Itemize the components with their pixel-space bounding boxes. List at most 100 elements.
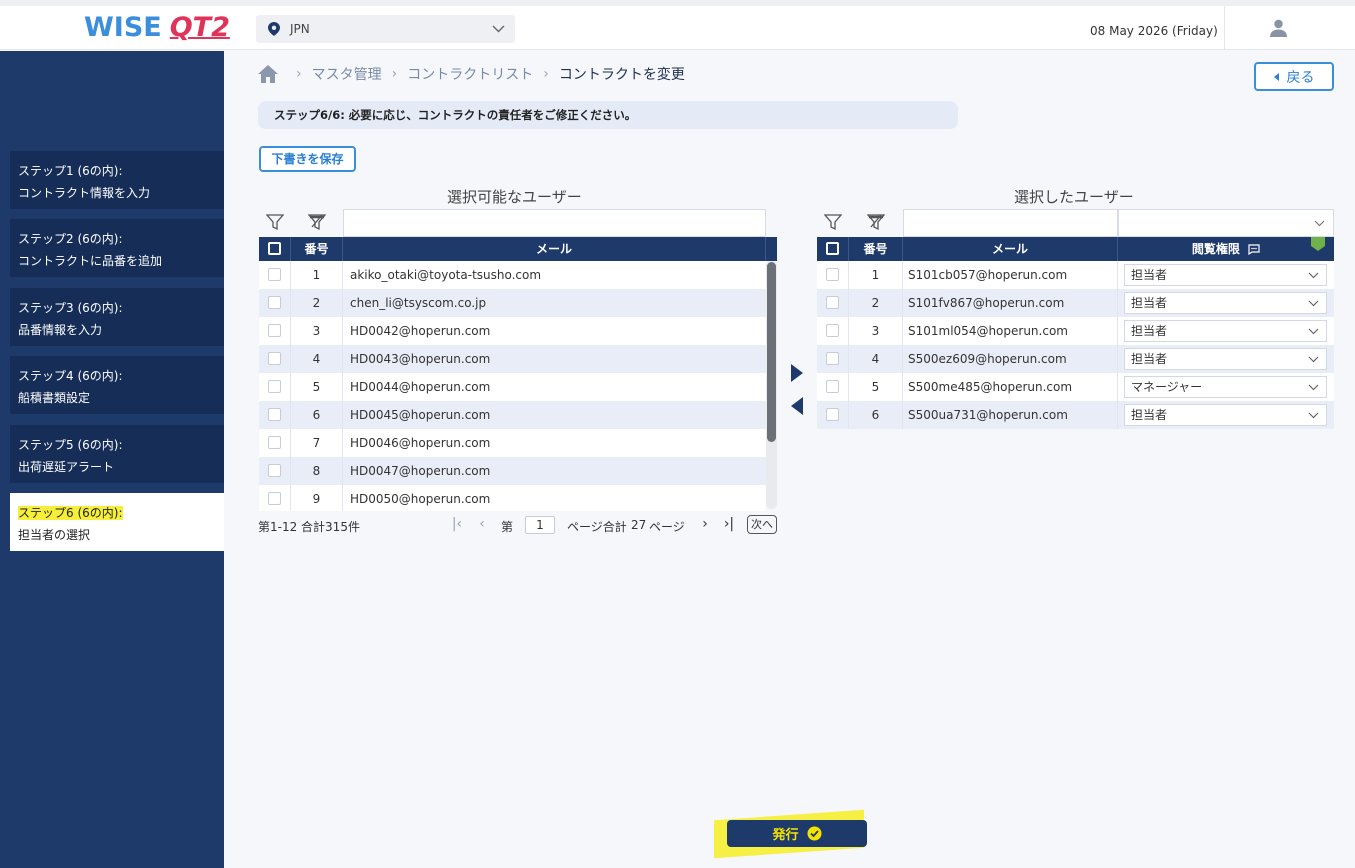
row-checkbox[interactable] (268, 464, 281, 477)
permission-select[interactable]: 担当者 (1124, 320, 1327, 342)
row-mail: S101cb057@hoperun.com (903, 261, 1118, 289)
sidebar-step-3[interactable]: ステップ3 (6の内): 品番情報を入力 (10, 288, 224, 346)
move-left-icon[interactable] (790, 396, 804, 416)
table-row[interactable]: 3 HD0042@hoperun.com (259, 317, 766, 345)
available-scroll-thumb[interactable] (767, 262, 776, 442)
sidebar-step-5[interactable]: ステップ5 (6の内): 出荷遅延アラート (10, 425, 224, 483)
checkbox-cell (259, 429, 291, 457)
row-checkbox[interactable] (268, 408, 281, 421)
col-mail: メール (903, 237, 1118, 261)
table-row[interactable]: 7 HD0046@hoperun.com (259, 429, 766, 457)
move-right-icon[interactable] (790, 363, 804, 383)
issue-button[interactable]: 発行 (727, 820, 867, 847)
col-permission: 閲覧権限 (1118, 237, 1334, 261)
selected-table-body: 1 S101cb057@hoperun.com 担当者 2 S101fv867@hope… (817, 261, 1334, 429)
row-checkbox[interactable] (826, 352, 839, 365)
row-checkbox[interactable] (268, 436, 281, 449)
last-page-icon[interactable]: ›| (722, 516, 736, 532)
filter-icon[interactable] (824, 213, 842, 231)
row-no: 4 (849, 345, 903, 373)
selected-mail-filter-input[interactable] (903, 209, 1118, 237)
step-notice: ステップ6/6: 必要に応じ、コントラクトの責任者をご修正ください。 (258, 101, 958, 129)
user-icon[interactable] (1270, 19, 1287, 37)
chevron-right-icon: › (391, 66, 398, 82)
available-users-title: 選択可能なユーザー (447, 188, 582, 206)
select-all-checkbox[interactable] (826, 242, 839, 255)
home-icon[interactable] (258, 65, 278, 83)
breadcrumb: › マスタ管理 › コントラクトリスト › コントラクトを変更 (258, 64, 685, 84)
breadcrumb-contract-list[interactable]: コントラクトリスト (407, 64, 533, 84)
permission-value: 担当者 (1131, 408, 1168, 422)
clear-filter-icon[interactable] (308, 213, 326, 231)
next-button[interactable]: 次へ (747, 515, 777, 534)
checkbox-cell (817, 345, 849, 373)
prev-page-icon[interactable]: ‹ (475, 516, 489, 532)
row-checkbox[interactable] (826, 268, 839, 281)
table-row[interactable]: 1 S101cb057@hoperun.com 担当者 (817, 261, 1334, 289)
clear-filter-icon[interactable] (867, 213, 885, 231)
table-row[interactable]: 4 HD0043@hoperun.com (259, 345, 766, 373)
region-select[interactable]: JPN (256, 15, 515, 43)
mail-filter-input[interactable] (343, 209, 766, 237)
row-no: 6 (291, 401, 343, 429)
page-suffix: ページ合計 (567, 520, 627, 534)
table-row[interactable]: 2 S101fv867@hoperun.com 担当者 (817, 289, 1334, 317)
row-mail: chen_li@tsyscom.co.jp (350, 296, 487, 310)
row-mail: HD0047@hoperun.com (350, 464, 491, 478)
selected-table-header: 番号 メール 閲覧権限 (817, 237, 1334, 261)
table-row[interactable]: 6 S500ua731@hoperun.com 担当者 (817, 401, 1334, 429)
back-button[interactable]: 戻る (1254, 62, 1334, 91)
row-checkbox[interactable] (268, 380, 281, 393)
save-draft-button[interactable]: 下書きを保存 (259, 146, 356, 172)
row-checkbox[interactable] (268, 268, 281, 281)
next-page-icon[interactable]: › (698, 516, 712, 532)
table-row[interactable]: 8 HD0047@hoperun.com (259, 457, 766, 485)
header-checkbox-cell (817, 237, 849, 261)
comment-icon[interactable] (1248, 244, 1260, 255)
permission-select[interactable]: 担当者 (1124, 404, 1327, 426)
sidebar-step-2[interactable]: ステップ2 (6の内): コントラクトに品番を追加 (10, 219, 224, 277)
breadcrumb-master[interactable]: マスタ管理 (312, 64, 382, 84)
row-mail: HD0042@hoperun.com (350, 324, 491, 338)
permission-select[interactable]: 担当者 (1124, 264, 1327, 286)
row-checkbox[interactable] (268, 352, 281, 365)
permission-filter-select[interactable] (1118, 209, 1334, 237)
row-checkbox[interactable] (826, 408, 839, 421)
sidebar-step-1[interactable]: ステップ1 (6の内): コントラクト情報を入力 (10, 151, 224, 209)
filter-icon[interactable] (266, 213, 284, 231)
checkbox-cell (259, 401, 291, 429)
app-logo[interactable]: WISE QT2 (84, 12, 230, 46)
sidebar-step-4[interactable]: ステップ4 (6の内): 船積書類設定 (10, 356, 224, 414)
total-pages: 27 (631, 518, 647, 532)
row-checkbox[interactable] (268, 296, 281, 309)
row-no: 4 (291, 345, 343, 373)
header-checkbox-cell (259, 237, 291, 261)
table-row[interactable]: 9 HD0050@hoperun.com (259, 485, 766, 511)
page-input[interactable]: 1 (525, 516, 555, 534)
first-page-icon[interactable]: |‹ (450, 516, 464, 532)
row-checkbox[interactable] (826, 380, 839, 393)
checkbox-cell (817, 317, 849, 345)
table-row[interactable]: 1 akiko_otaki@toyota-tsusho.com (259, 261, 766, 289)
row-mail: HD0046@hoperun.com (350, 436, 491, 450)
permission-select[interactable]: マネージャー (1124, 376, 1327, 398)
table-row[interactable]: 3 S101ml054@hoperun.com 担当者 (817, 317, 1334, 345)
row-checkbox[interactable] (826, 324, 839, 337)
sidebar-step-6[interactable]: ステップ6 (6の内): 担当者の選択 (10, 493, 224, 551)
row-mail: S101ml054@hoperun.com (903, 317, 1118, 345)
table-row[interactable]: 5 HD0044@hoperun.com (259, 373, 766, 401)
permission-value: 担当者 (1131, 268, 1168, 282)
select-all-checkbox[interactable] (268, 242, 281, 255)
record-count: 第1-12 合計315件 (258, 520, 360, 534)
table-row[interactable]: 2 chen_li@tsyscom.co.jp (259, 289, 766, 317)
row-checkbox[interactable] (826, 296, 839, 309)
row-checkbox[interactable] (268, 324, 281, 337)
checkbox-cell (259, 345, 291, 373)
row-checkbox[interactable] (268, 492, 281, 505)
table-row[interactable]: 4 S500ez609@hoperun.com 担当者 (817, 345, 1334, 373)
table-row[interactable]: 5 S500me485@hoperun.com マネージャー (817, 373, 1334, 401)
row-no: 9 (291, 485, 343, 511)
table-row[interactable]: 6 HD0045@hoperun.com (259, 401, 766, 429)
permission-select[interactable]: 担当者 (1124, 348, 1327, 370)
permission-select[interactable]: 担当者 (1124, 292, 1327, 314)
